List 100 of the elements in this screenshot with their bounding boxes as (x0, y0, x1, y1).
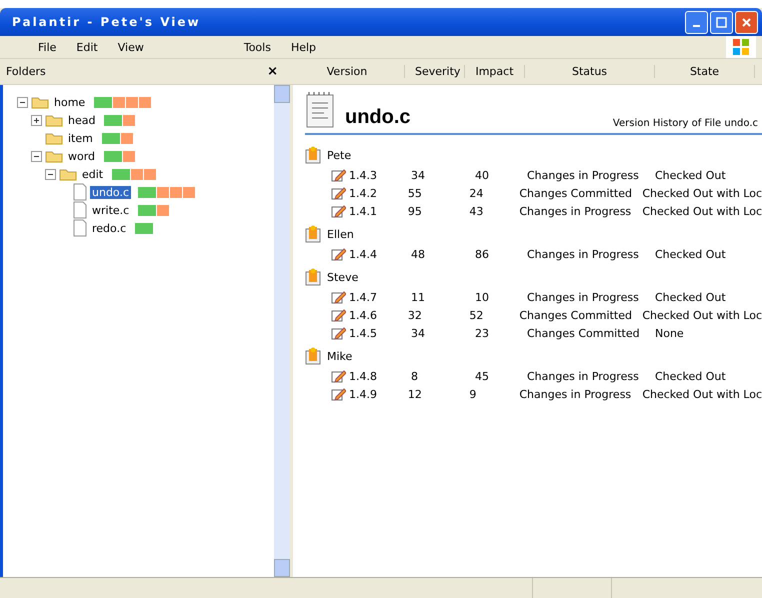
edit-icon (331, 369, 346, 383)
table-cell-text: 9 (469, 388, 478, 400)
column-header[interactable]: Severity (405, 65, 465, 78)
version-cell[interactable]: 1.4.2 (349, 186, 377, 200)
edit-icon (331, 326, 346, 340)
menu-item[interactable]: Help (280, 40, 326, 54)
minimize-icon (693, 24, 700, 26)
table-cell: Checked Out (655, 370, 726, 382)
table-cell-text: 23 (475, 326, 490, 340)
table-cell: Checked Out (655, 248, 726, 260)
user-icon (305, 347, 321, 365)
close-button[interactable] (735, 10, 758, 34)
edit-icon (331, 387, 346, 401)
folder-icon (31, 95, 49, 109)
document-icon (305, 91, 335, 129)
edit-icon (331, 168, 346, 182)
edit-icon (331, 186, 346, 200)
maximize-icon (716, 16, 727, 28)
table-cell-text: 12 (408, 388, 423, 400)
version-cell[interactable]: 1.4.1 (349, 204, 377, 218)
table-cell-text: 48 (411, 248, 426, 260)
version-cell[interactable]: 1.4.7 (349, 290, 377, 304)
column-header[interactable]: Version (290, 65, 405, 78)
tree-item[interactable]: redo.c (90, 222, 128, 234)
tree-item[interactable]: home (52, 96, 88, 108)
table-cell-text: 11 (411, 290, 426, 304)
folder-icon (45, 113, 63, 127)
table-cell: Checked Out with Loc (642, 186, 762, 200)
user-name: Steve (327, 270, 358, 284)
document-icon (73, 219, 87, 237)
edit-icon (331, 204, 346, 218)
user-name: Mike (327, 350, 352, 362)
table-cell: Checked Out (655, 290, 726, 304)
table-cell: Checked Out with Loc (642, 308, 762, 322)
tree-item[interactable]: item (66, 132, 95, 144)
tree-item[interactable]: undo.c (90, 186, 132, 198)
table-cell: Checked Out (655, 168, 726, 182)
folder-icon (59, 167, 77, 181)
table-cell-text: 32 (408, 308, 423, 322)
table-cell: Checked Out with Loc (642, 388, 762, 400)
document-icon (73, 201, 87, 219)
version-cell[interactable]: 1.4.3 (349, 168, 377, 182)
table-cell-text: 40 (475, 168, 490, 182)
table-cell-text: 95 (408, 204, 423, 218)
user-icon (305, 146, 321, 164)
minimize-button[interactable] (685, 10, 708, 34)
table-cell-text: Changes in Progress (527, 168, 640, 182)
column-header[interactable]: Impact (465, 65, 525, 78)
close-icon (741, 16, 752, 28)
column-header[interactable]: Status (525, 65, 655, 78)
version-cell[interactable]: 1.4.4 (349, 248, 377, 260)
edit-icon (331, 290, 346, 304)
edit-icon (331, 247, 346, 261)
column-header[interactable]: State (655, 65, 755, 78)
table-cell-text: 45 (475, 370, 490, 382)
windows-logo-icon (726, 36, 756, 58)
table-cell-text: 52 (469, 308, 484, 322)
tree-item[interactable]: word (66, 150, 98, 162)
menu-item[interactable]: Edit (66, 40, 108, 54)
table-cell-text: 10 (475, 290, 490, 304)
table-cell: None (655, 326, 684, 340)
table-cell: Checked Out with Loc (642, 204, 762, 218)
file-name: undo.c (345, 106, 411, 129)
tree-item[interactable]: write.c (90, 204, 132, 216)
user-icon (305, 268, 321, 286)
edit-icon (331, 308, 346, 322)
maximize-button[interactable] (710, 10, 733, 34)
version-cell[interactable]: 1.4.5 (349, 326, 377, 340)
tree-item[interactable]: head (66, 114, 98, 126)
expand-toggle[interactable] (31, 114, 42, 126)
version-cell[interactable]: 1.4.9 (349, 388, 377, 400)
user-name: Ellen (327, 228, 354, 240)
expand-toggle[interactable] (31, 150, 42, 162)
menu-item[interactable]: Tools (234, 40, 281, 54)
window-title: Palantir - Pete's View (12, 15, 202, 29)
table-cell-text: Changes in Progress (519, 388, 632, 400)
document-icon (73, 183, 87, 201)
table-cell-text: Changes in Progress (527, 248, 640, 260)
pane-title: Folders (6, 65, 47, 78)
table-cell-text: 24 (469, 186, 484, 200)
menu-item[interactable]: View (108, 40, 154, 54)
table-cell-text: 34 (411, 326, 426, 340)
table-cell-text: Changes Committed (519, 308, 633, 322)
plus-icon (33, 116, 40, 124)
expand-toggle[interactable] (45, 168, 56, 180)
folder-icon (45, 149, 63, 163)
version-cell[interactable]: 1.4.8 (349, 370, 377, 382)
subtitle: Version History of File undo.c (612, 118, 758, 129)
table-cell-text: Changes in Progress (519, 204, 632, 218)
table-cell-text: Changes Committed (519, 186, 633, 200)
table-cell-text: 55 (408, 186, 423, 200)
menu-item[interactable]: File (28, 40, 66, 54)
close-pane-button[interactable]: × (255, 64, 290, 79)
expand-toggle[interactable] (17, 96, 28, 108)
version-cell[interactable]: 1.4.6 (349, 308, 377, 322)
table-cell-text: 8 (411, 370, 419, 382)
folder-icon (45, 131, 63, 145)
tree-item[interactable]: edit (80, 168, 106, 180)
user-name: Pete (327, 148, 352, 162)
table-cell-text: Changes in Progress (527, 370, 640, 382)
